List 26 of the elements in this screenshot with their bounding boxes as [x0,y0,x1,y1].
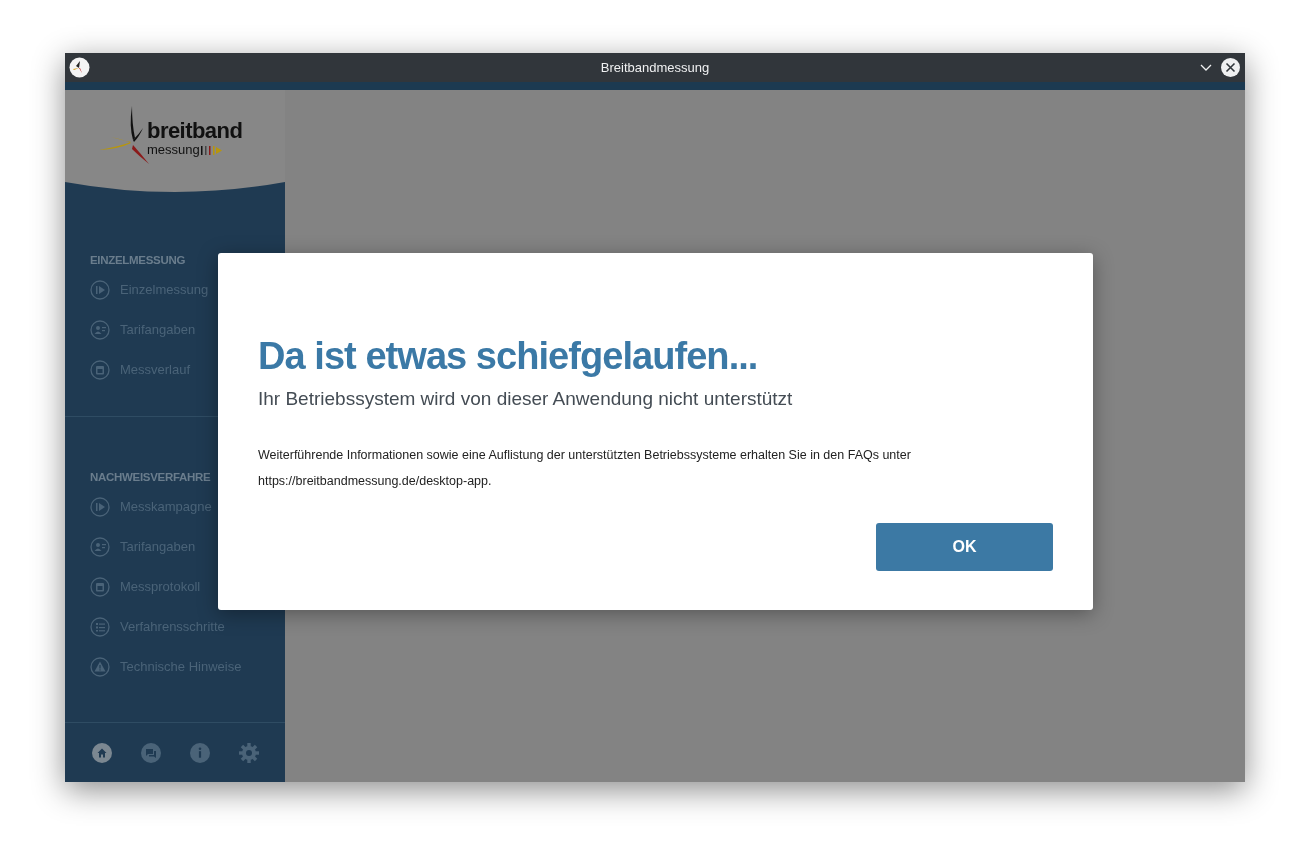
play-circle-icon [90,497,110,517]
app-icon [69,57,90,78]
person-card-icon [90,537,110,557]
home-icon[interactable] [91,742,112,763]
chat-icon[interactable] [140,742,161,763]
signal-bars-icon [199,144,222,155]
list-icon [90,617,110,637]
window-title: Breitbandmessung [600,58,710,77]
calendar-icon [90,577,110,597]
info-icon[interactable] [189,742,210,763]
chevron-down-icon[interactable] [1200,62,1212,72]
dialog-subtitle: Ihr Betriebssystem wird von dieser Anwendung nicht unterstützt [258,387,794,411]
play-circle-icon [90,280,110,300]
settings-icon[interactable] [238,742,259,763]
section-heading: NACHWEISVERFAHRE [89,470,212,485]
person-card-icon [90,320,110,340]
calendar-icon [90,360,110,380]
logo-subtitle: messung [147,142,200,157]
logo-wordmark: breitband [147,120,243,142]
ok-button[interactable]: OK [876,522,1053,571]
close-icon[interactable] [1221,58,1240,77]
dialog-text-line: https://breitbandmessung.de/desktop-app. [258,472,493,490]
dialog-text-line: Weiterführende Informationen sowie eine Auflistung der unterstützten Betriebssysteme erhalten Sie in den FAQs unter [258,446,912,464]
warning-icon [90,657,110,677]
section-heading: EINZELMESSUNG [89,253,187,268]
dialog-title: Da ist etwas schiefgelaufen... [258,334,759,379]
